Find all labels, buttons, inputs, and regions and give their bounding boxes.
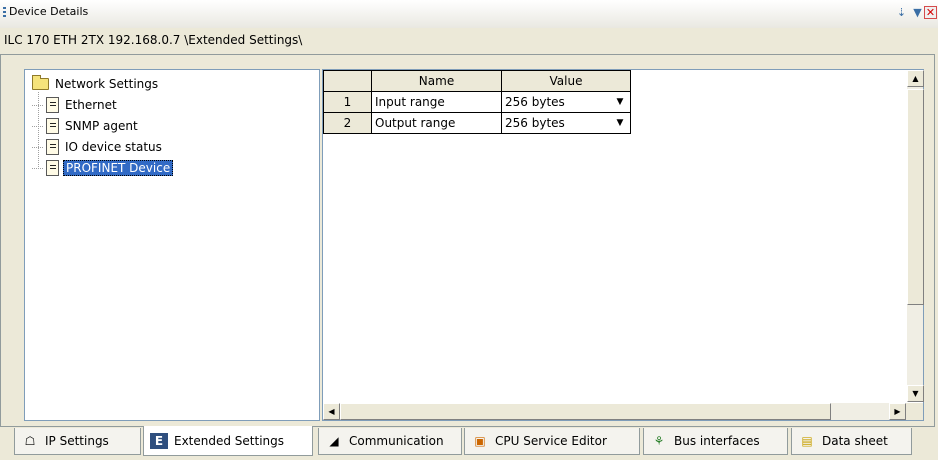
vertical-scrollbar[interactable]: ▲ ▼ (906, 70, 924, 402)
tree-connector (32, 167, 44, 169)
tab-communication[interactable]: ◢ Communication (318, 428, 462, 455)
tree-node-label: PROFINET Device (63, 160, 174, 176)
settings-grid: Name Value 1 Input range 256 bytes ▼ 2 O… (322, 69, 924, 421)
dropdown-menu-icon[interactable]: ▼ (911, 5, 924, 20)
tree-node-io-device-status[interactable]: IO device status (32, 138, 164, 156)
tab-label: Bus interfaces (674, 434, 760, 448)
table-header-row: Name Value (323, 70, 631, 92)
row-value-select[interactable]: 256 bytes ▼ (501, 112, 631, 134)
tree-node-profinet-device[interactable]: PROFINET Device (32, 159, 174, 177)
chevron-down-icon[interactable]: ▼ (611, 114, 629, 132)
scroll-left-icon[interactable]: ◀ (323, 403, 340, 420)
scroll-down-icon[interactable]: ▼ (907, 385, 924, 402)
tree-node-label: SNMP agent (65, 119, 138, 133)
table-row: 1 Input range 256 bytes ▼ (323, 91, 631, 113)
tab-label: Extended Settings (174, 433, 285, 448)
tab-data-sheet[interactable]: ▤ Data sheet (791, 428, 912, 455)
close-icon[interactable]: ✕ (924, 6, 937, 19)
tab-label: Communication (349, 434, 444, 448)
tab-extended-settings[interactable]: E Extended Settings (143, 426, 313, 456)
network-icon: ☖ (24, 434, 36, 448)
row-number[interactable]: 2 (323, 112, 372, 134)
tree-node-snmp-agent[interactable]: SNMP agent (32, 117, 140, 135)
pin-icon[interactable]: ⇣ (895, 5, 908, 20)
tab-label: IP Settings (45, 434, 109, 448)
cpu-icon: ▣ (474, 434, 486, 448)
tree-node-label: IO device status (65, 140, 162, 154)
datasheet-icon: ▤ (801, 434, 813, 448)
chevron-down-icon[interactable]: ▼ (611, 93, 629, 111)
settings-tree[interactable]: Network Settings Ethernet SNMP agent IO … (24, 69, 320, 421)
row-number[interactable]: 1 (323, 91, 372, 113)
bus-icon: ⚘ (653, 434, 665, 448)
tree-connector (32, 104, 44, 106)
tab-label: Data sheet (822, 434, 888, 448)
row-name-cell[interactable]: Input range (371, 91, 502, 113)
tab-cpu-service-editor[interactable]: ▣ CPU Service Editor (464, 428, 640, 455)
device-path: ILC 170 ETH 2TX 192.168.0.7 \Extended Se… (4, 33, 303, 47)
row-value-select[interactable]: 256 bytes ▼ (501, 91, 631, 113)
panel-titlebar: Device Details ⇣ ▼ ✕ (0, 0, 938, 28)
communication-icon: ◢ (329, 434, 339, 448)
tree-connector (32, 146, 44, 148)
settings-table: Name Value 1 Input range 256 bytes ▼ 2 O… (323, 70, 631, 134)
horizontal-scrollbar[interactable]: ◀ ▶ (323, 403, 906, 420)
folder-open-icon (32, 75, 49, 90)
tree-node-ethernet[interactable]: Ethernet (32, 96, 119, 114)
tab-bar: ☖ IP Settings E Extended Settings ◢ Comm… (0, 426, 938, 458)
settings-doc-icon (46, 118, 59, 134)
tab-bus-interfaces[interactable]: ⚘ Bus interfaces (643, 428, 788, 455)
row-name-cell[interactable]: Output range (371, 112, 502, 134)
table-row: 2 Output range 256 bytes ▼ (323, 112, 631, 134)
settings-doc-icon (46, 160, 59, 176)
row-value-text: 256 bytes (505, 95, 565, 109)
vertical-scroll-thumb[interactable] (907, 89, 924, 305)
extended-settings-icon: E (150, 432, 168, 449)
column-header-name[interactable]: Name (371, 70, 502, 92)
settings-doc-icon (46, 139, 59, 155)
tree-node-label: Ethernet (65, 98, 117, 112)
scroll-up-icon[interactable]: ▲ (907, 70, 924, 87)
tab-label: CPU Service Editor (495, 434, 607, 448)
header-corner (323, 70, 372, 92)
tree-node-label: Network Settings (55, 77, 159, 91)
panel-title: Device Details (9, 5, 89, 18)
tab-ip-settings[interactable]: ☖ IP Settings (14, 428, 141, 455)
tree-node-network-settings[interactable]: Network Settings (32, 75, 160, 93)
tree-connector (32, 125, 44, 127)
horizontal-scroll-thumb[interactable] (340, 403, 831, 420)
settings-doc-icon (46, 97, 59, 113)
column-header-value[interactable]: Value (501, 70, 631, 92)
scrollbar-corner (906, 403, 923, 420)
row-value-text: 256 bytes (505, 116, 565, 130)
grip-icon[interactable] (3, 7, 6, 18)
scroll-right-icon[interactable]: ▶ (889, 403, 906, 420)
